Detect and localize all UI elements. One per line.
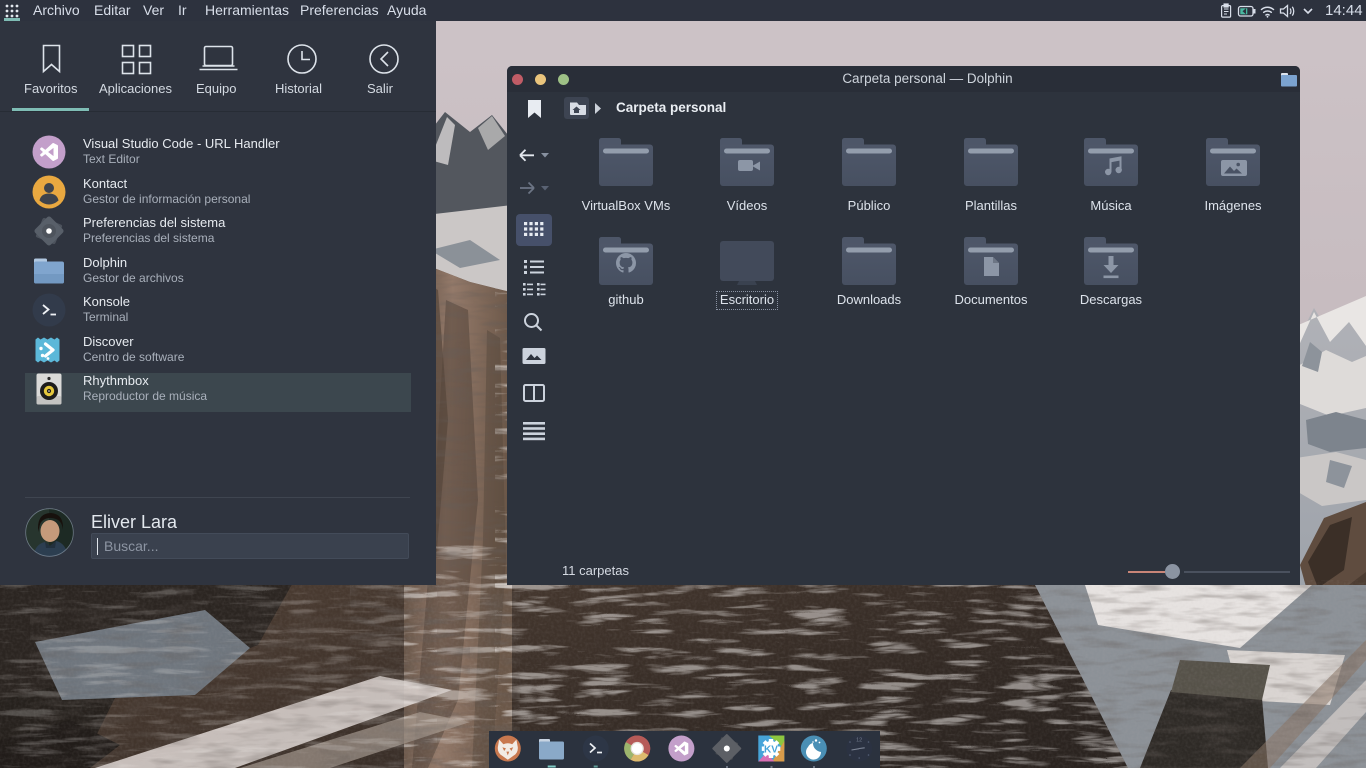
svg-text:12: 12 [856, 738, 862, 744]
svg-text:KV: KV [764, 745, 778, 756]
